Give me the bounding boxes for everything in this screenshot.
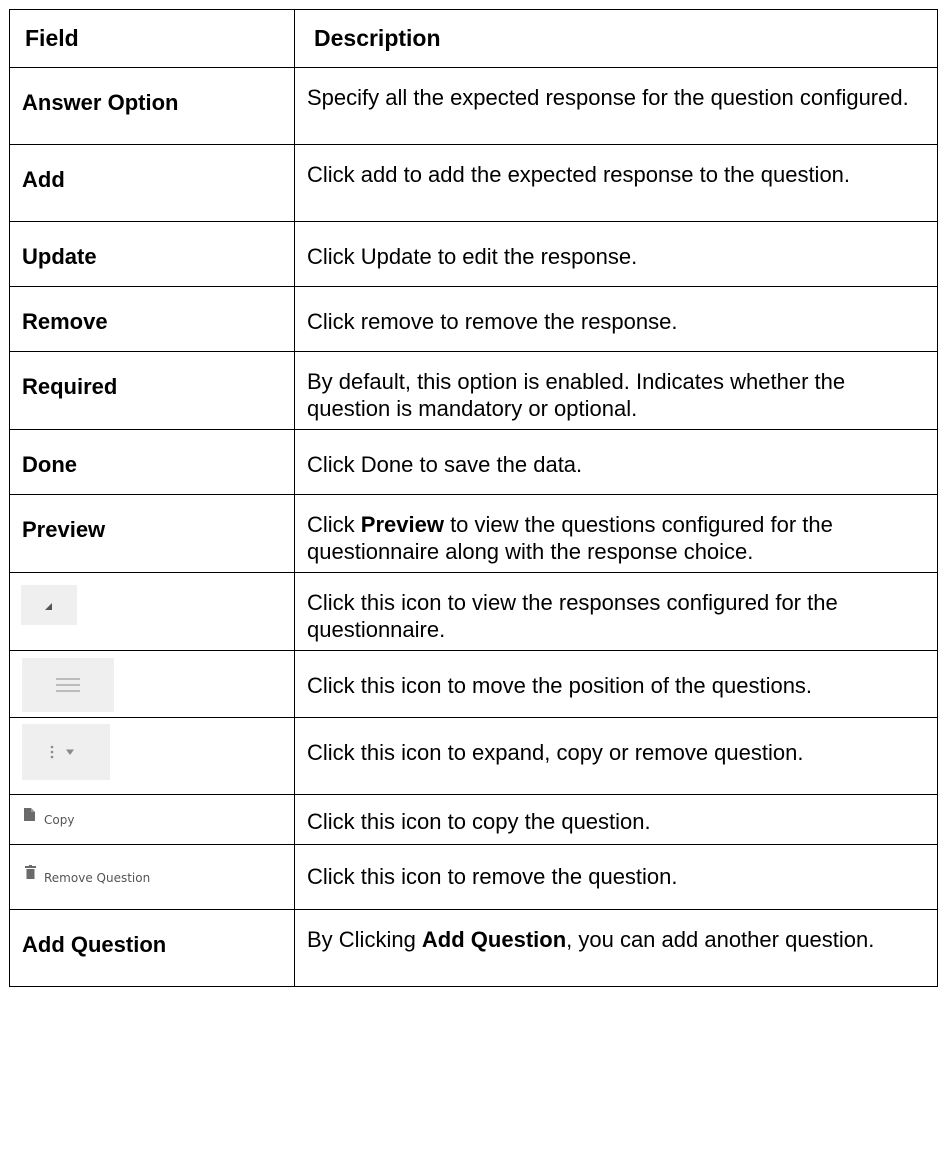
description-header: Description	[294, 9, 938, 68]
description-cell: Click remove to remove the response.	[294, 286, 938, 352]
description-cell: Click this icon to copy the question.	[294, 794, 938, 845]
description-cell: Click Preview to view the questions conf…	[294, 494, 938, 573]
icon-cell	[9, 717, 295, 795]
field-cell: Required	[9, 351, 295, 430]
field-cell: Done	[9, 429, 295, 495]
icon-cell	[9, 572, 295, 651]
copy-icon	[24, 808, 35, 821]
field-description-table: Field Description Answer Option Specify …	[9, 9, 938, 987]
icon-cell: Remove Question	[9, 844, 295, 910]
table-row: Preview Click Preview to view the questi…	[9, 494, 938, 573]
table-row: Answer Option Specify all the expected r…	[9, 67, 938, 145]
table-row: Click this icon to expand, copy or remov…	[9, 717, 938, 795]
table-row: Remove Click remove to remove the respon…	[9, 286, 938, 352]
table-row: Remove Question Click this icon to remov…	[9, 844, 938, 910]
description-cell: Click this icon to remove the question.	[294, 844, 938, 910]
more-menu-icon	[22, 724, 110, 780]
table-row: Done Click Done to save the data.	[9, 429, 938, 495]
icon-cell	[9, 650, 295, 718]
table-header-row: Field Description	[9, 9, 938, 68]
description-text: Click	[307, 512, 361, 537]
description-cell: Click this icon to view the responses co…	[294, 572, 938, 651]
field-cell: Preview	[9, 494, 295, 573]
table-row: Update Click Update to edit the response…	[9, 221, 938, 287]
description-cell: Click Update to edit the response.	[294, 221, 938, 287]
field-cell: Add	[9, 144, 295, 222]
table-row: Required By default, this option is enab…	[9, 351, 938, 430]
trash-icon	[25, 865, 36, 879]
table-row: Copy Click this icon to copy the questio…	[9, 794, 938, 845]
description-text: , you can add another question.	[566, 927, 875, 952]
description-cell: Specify all the expected response for th…	[294, 67, 938, 145]
drag-handle-icon	[22, 658, 114, 712]
field-cell: Remove	[9, 286, 295, 352]
table-row: Add Question By Clicking Add Question, y…	[9, 909, 938, 987]
description-cell: By Clicking Add Question, you can add an…	[294, 909, 938, 987]
description-cell: By default, this option is enabled. Indi…	[294, 351, 938, 430]
copy-label: Copy	[44, 813, 75, 827]
description-cell: Click Done to save the data.	[294, 429, 938, 495]
description-cell: Click this icon to expand, copy or remov…	[294, 717, 938, 795]
resize-corner-icon	[21, 585, 77, 625]
table-row: Click this icon to view the responses co…	[9, 572, 938, 651]
field-cell: Update	[9, 221, 295, 287]
table-row: Click this icon to move the position of …	[9, 650, 938, 718]
description-bold-text: Preview	[360, 512, 444, 537]
table-row: Add Click add to add the expected respon…	[9, 144, 938, 222]
field-cell: Answer Option	[9, 67, 295, 145]
icon-cell: Copy	[9, 794, 295, 845]
description-cell: Click this icon to move the position of …	[294, 650, 938, 718]
description-cell: Click add to add the expected response t…	[294, 144, 938, 222]
remove-question-label: Remove Question	[44, 871, 151, 885]
description-text: By Clicking	[307, 927, 422, 952]
description-bold-text: Add Question	[421, 927, 567, 952]
field-cell: Add Question	[9, 909, 295, 987]
field-header: Field	[9, 9, 295, 68]
